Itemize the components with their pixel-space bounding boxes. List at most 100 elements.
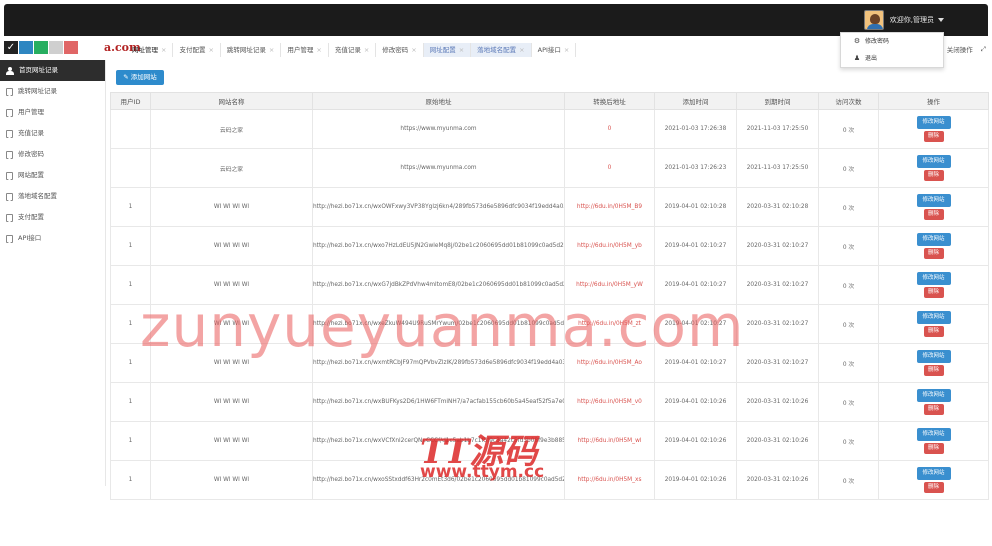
- cell-converted-url[interactable]: http://6du.in/0H5M_v0: [564, 382, 655, 422]
- col-header[interactable]: 网站名称: [150, 92, 313, 110]
- tab-domain-config[interactable]: 落地域名配置 ×: [471, 43, 532, 57]
- cell-original-url[interactable]: http://hezi.bo71x.cn/wxeZkuW494U9RuSMrYw…: [312, 304, 565, 344]
- cell-converted-url[interactable]: 0: [564, 109, 655, 149]
- edit-site-button[interactable]: 修改网站: [916, 233, 951, 246]
- cell-original-url[interactable]: http://hezi.bo71x.cn/wxOWFxwy3VP38Yglzj6…: [312, 187, 565, 227]
- cell-site-name: WI WI WI WI: [150, 265, 313, 305]
- tab-site-config[interactable]: 网址配置 ×: [423, 43, 472, 57]
- col-header[interactable]: 操作: [878, 92, 989, 110]
- close-icon: ×: [316, 46, 322, 54]
- tab-change-password[interactable]: 修改密码 ×: [376, 43, 424, 57]
- cell-converted-url[interactable]: http://6du.in/0H5M_yb: [564, 226, 655, 266]
- sidebar-item-payment[interactable]: 支付配置: [0, 207, 105, 228]
- sidebar-item-api[interactable]: API接口: [0, 228, 105, 249]
- sidebar-item-recharge[interactable]: 充值记录: [0, 123, 105, 144]
- cell-actions: 修改网站 删除: [878, 382, 989, 422]
- delete-button[interactable]: 删除: [923, 131, 944, 142]
- cell-site-name: WI WI WI WI: [150, 382, 313, 422]
- cell-original-url[interactable]: http://hezi.bo71x.cn/wxG7jdBkZPdVhw4mlto…: [312, 265, 565, 305]
- cell-added-time: 2019-04-01 02:10:27: [654, 265, 737, 305]
- cell-converted-url[interactable]: 0: [564, 148, 655, 188]
- edit-site-button[interactable]: 修改网站: [916, 311, 951, 324]
- delete-button[interactable]: 删除: [923, 248, 944, 259]
- close-tabs-dropdown[interactable]: 关闭操作: [947, 44, 973, 54]
- sidebar-item-password[interactable]: 修改密码: [0, 144, 105, 165]
- user-menu-toggle[interactable]: 欢迎你,管理员: [863, 8, 944, 32]
- expand-icon[interactable]: ⤢: [981, 45, 986, 54]
- edit-site-button[interactable]: 修改网站: [916, 116, 951, 129]
- col-header[interactable]: 转换后地址: [564, 92, 655, 110]
- tab-payment-config[interactable]: 支付配置 ×: [173, 43, 221, 57]
- delete-button[interactable]: 删除: [923, 326, 944, 337]
- change-password-menu-item[interactable]: ⚙ 修改密码: [841, 33, 943, 50]
- tab-actions: 关闭操作 ⤢: [947, 42, 986, 56]
- edit-site-button[interactable]: 修改网站: [916, 350, 951, 363]
- delete-button[interactable]: 删除: [923, 482, 944, 493]
- cell-converted-url[interactable]: http://6du.in/0H5M_B9: [564, 187, 655, 227]
- col-header[interactable]: 添加时间: [654, 92, 737, 110]
- tab-api[interactable]: API接口 ×: [532, 43, 577, 57]
- cell-original-url[interactable]: https://www.myunma.com: [312, 109, 565, 149]
- cell-added-time: 2019-04-01 02:10:28: [654, 187, 737, 227]
- cell-added-time: 2019-04-01 02:10:26: [654, 382, 737, 422]
- tab-url-management[interactable]: 网址管理 ×: [126, 43, 174, 57]
- tab-recharge-records[interactable]: 充值记录 ×: [329, 43, 377, 57]
- cell-converted-url[interactable]: http://6du.in/0H5M_zt: [564, 304, 655, 344]
- delete-button[interactable]: 删除: [923, 170, 944, 181]
- logout-menu-item[interactable]: ♟ 退出: [841, 50, 943, 67]
- delete-button[interactable]: 删除: [923, 404, 944, 415]
- cell-visit-count: 0 次: [818, 460, 879, 500]
- bookmark-icon: [6, 150, 13, 159]
- skin-grey[interactable]: [49, 41, 63, 54]
- cell-converted-url[interactable]: http://6du.in/0H5M_Ao: [564, 343, 655, 383]
- cell-converted-url[interactable]: http://6du.in/0H5M_wl: [564, 421, 655, 461]
- cell-original-url[interactable]: http://hezi.bo71x.cn/wxVCfXnl2cerQNeCCCf…: [312, 421, 565, 461]
- table-row: 1 WI WI WI WI http://hezi.bo71x.cn/wxG7jdB…: [110, 265, 989, 305]
- tab-user-management[interactable]: 用户管理 ×: [281, 43, 329, 57]
- gear-icon: ⚙: [853, 37, 861, 45]
- edit-site-button[interactable]: 修改网站: [916, 194, 951, 207]
- skin-dark[interactable]: ✓: [4, 41, 18, 54]
- col-header[interactable]: 用户ID: [110, 92, 151, 110]
- delete-button[interactable]: 删除: [923, 209, 944, 220]
- sidebar-item-home-records[interactable]: 首页网址记录: [0, 60, 105, 81]
- skin-green[interactable]: [34, 41, 48, 54]
- cell-original-url[interactable]: http://hezi.bo71x.cn/wxoSStxddf63Hr2c0mE…: [312, 460, 565, 500]
- col-header[interactable]: 原始地址: [312, 92, 565, 110]
- add-site-button[interactable]: ✎ 添加网站: [116, 70, 164, 85]
- tab-redirect-records[interactable]: 跳转网址记录 ×: [221, 43, 282, 57]
- cell-actions: 修改网站 删除: [878, 226, 989, 266]
- edit-site-button[interactable]: 修改网站: [916, 272, 951, 285]
- close-icon: ×: [519, 46, 525, 54]
- delete-button[interactable]: 删除: [923, 365, 944, 376]
- cell-visit-count: 0 次: [818, 265, 879, 305]
- skin-blue[interactable]: [19, 41, 33, 54]
- edit-icon: ✎: [123, 73, 131, 81]
- delete-button[interactable]: 删除: [923, 287, 944, 298]
- edit-site-button[interactable]: 修改网站: [916, 389, 951, 402]
- sidebar-item-users[interactable]: 用户管理: [0, 102, 105, 123]
- cell-converted-url[interactable]: http://6du.in/0H5M_xs: [564, 460, 655, 500]
- cell-converted-url[interactable]: http://6du.in/0H5M_yW: [564, 265, 655, 305]
- cell-user-id: 1: [110, 226, 151, 266]
- edit-site-button[interactable]: 修改网站: [916, 467, 951, 480]
- skin-red[interactable]: [64, 41, 78, 54]
- delete-button[interactable]: 删除: [923, 443, 944, 454]
- col-header[interactable]: 访问次数: [818, 92, 879, 110]
- cell-original-url[interactable]: https://www.myunma.com: [312, 148, 565, 188]
- cell-original-url[interactable]: http://hezi.bo71x.cn/wxo7HzLdEU5JN2GwleM…: [312, 226, 565, 266]
- cell-original-url[interactable]: http://hezi.bo71x.cn/wxmtRCbJF97mQPVbvZl…: [312, 343, 565, 383]
- edit-site-button[interactable]: 修改网站: [916, 155, 951, 168]
- cell-added-time: 2019-04-01 02:10:26: [654, 421, 737, 461]
- col-header[interactable]: 到期时间: [736, 92, 819, 110]
- edit-site-button[interactable]: 修改网站: [916, 428, 951, 441]
- sidebar-item-redirect-records[interactable]: 跳转网址记录: [0, 81, 105, 102]
- cell-original-url[interactable]: http://hezi.bo71x.cn/wxBUFKys2D6/1HW6FTm…: [312, 382, 565, 422]
- cell-visit-count: 0 次: [818, 109, 879, 149]
- sidebar-item-site-config[interactable]: 网站配置: [0, 165, 105, 186]
- sidebar-item-domain-config[interactable]: 落地域名配置: [0, 186, 105, 207]
- bookmark-icon: [6, 234, 13, 243]
- menu-label: 退出: [865, 55, 878, 62]
- cell-user-id: 1: [110, 460, 151, 500]
- close-icon: ×: [563, 46, 570, 54]
